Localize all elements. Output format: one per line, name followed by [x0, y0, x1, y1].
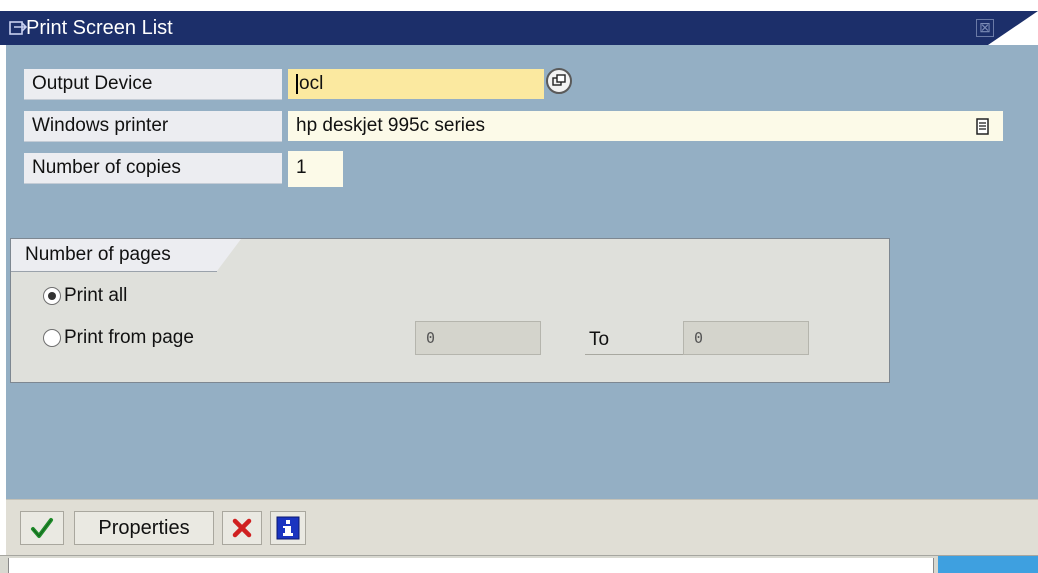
output-device-input[interactable]: ocl: [288, 69, 544, 99]
output-device-label: Output Device: [24, 69, 282, 100]
document-icon[interactable]: [976, 118, 989, 135]
to-page-input[interactable]: 0: [683, 321, 809, 355]
info-button[interactable]: [270, 511, 306, 545]
group-title: Number of pages: [25, 244, 171, 265]
from-page-input[interactable]: 0: [415, 321, 541, 355]
windows-printer-value: hp deskjet 995c series: [296, 115, 486, 136]
status-message-area: [8, 558, 934, 573]
print-all-radio[interactable]: [43, 287, 61, 305]
to-label-underline: [585, 354, 685, 355]
windows-printer-input[interactable]: hp deskjet 995c series: [288, 111, 1003, 141]
number-of-copies-label: Number of copies: [24, 153, 282, 184]
window-title: Print Screen List: [26, 17, 173, 39]
continue-button[interactable]: [20, 511, 64, 545]
group-title-tab: Number of pages: [11, 239, 241, 271]
possible-entries-icon: [552, 74, 566, 86]
status-accent-area: [938, 556, 1038, 573]
number-of-copies-input[interactable]: 1: [288, 151, 343, 187]
cancel-x-icon: [232, 518, 252, 538]
window-titlebar: Print Screen List ⊠: [0, 11, 1038, 45]
print-from-page-option[interactable]: Print from page: [43, 325, 194, 351]
dialog-toolbar: Properties: [6, 499, 1038, 555]
output-device-value: ocl: [299, 73, 324, 94]
print-from-page-label: Print from page: [64, 327, 194, 348]
dialog-body: Output Device ocl Windows printer hp des…: [6, 45, 1038, 499]
properties-button-label: Properties: [98, 516, 190, 539]
properties-button[interactable]: Properties: [74, 511, 214, 545]
cancel-button[interactable]: [222, 511, 262, 545]
info-icon: [276, 516, 300, 540]
group-title-divider: [11, 271, 217, 272]
number-of-copies-value: 1: [296, 157, 307, 178]
status-bar: [0, 555, 1038, 573]
text-cursor: [296, 73, 298, 94]
windows-printer-label: Windows printer: [24, 111, 282, 142]
number-of-pages-group: Number of pages Print all Print from pag…: [10, 238, 890, 383]
close-icon[interactable]: ⊠: [976, 19, 994, 37]
window-icon: [9, 21, 28, 35]
to-label: To: [589, 329, 610, 350]
possible-entries-button[interactable]: [546, 68, 572, 94]
check-icon: [31, 518, 53, 538]
print-all-label: Print all: [64, 285, 128, 306]
print-from-page-radio[interactable]: [43, 329, 61, 347]
print-all-option[interactable]: Print all: [43, 283, 127, 309]
